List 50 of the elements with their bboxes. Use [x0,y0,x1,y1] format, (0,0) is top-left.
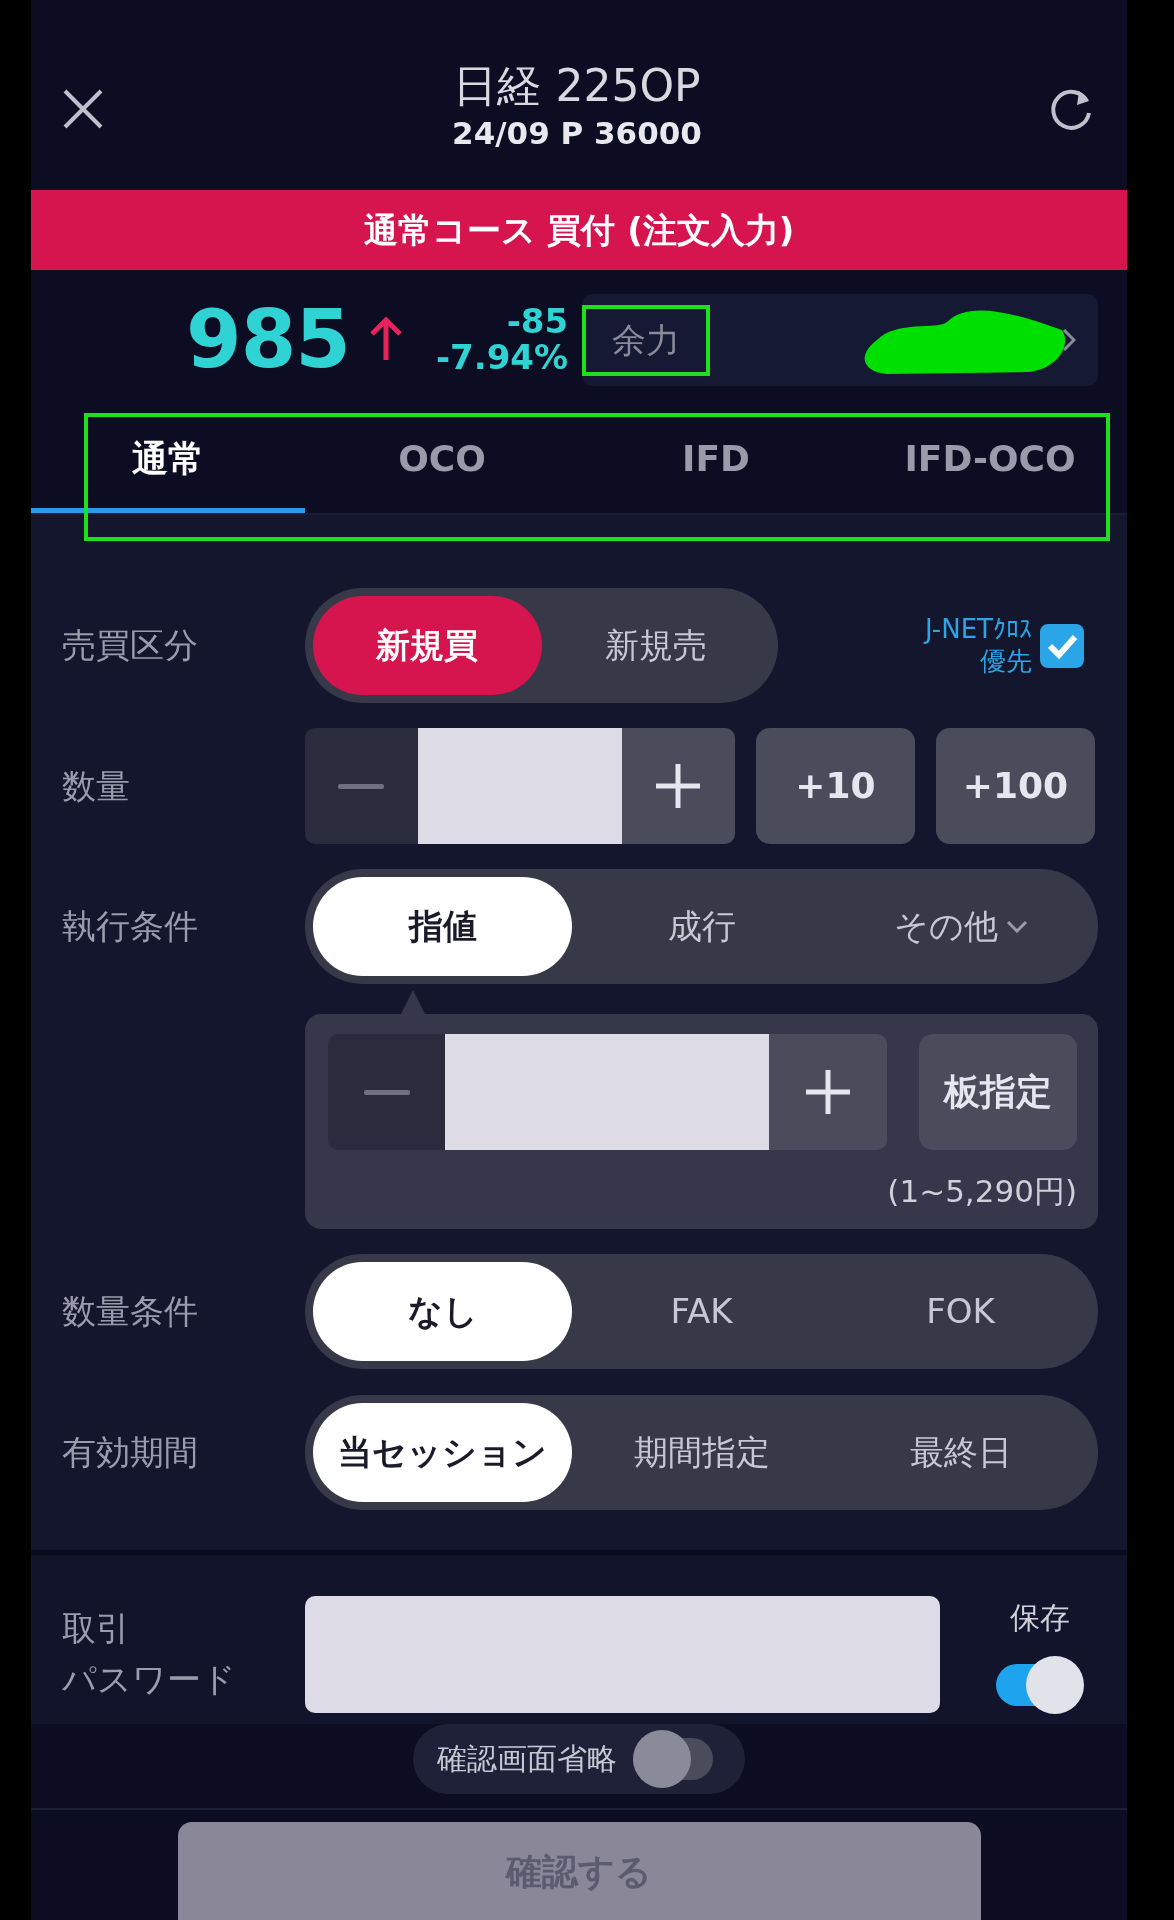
field-label: 執行条件 [62,905,199,948]
plus-icon [656,764,701,808]
checkbox[interactable] [1040,623,1084,668]
plus-button[interactable] [621,728,735,844]
close-icon [61,87,105,131]
price-change: -85 [505,304,569,340]
order-tab[interactable]: OCO [305,410,579,513]
chevron-down-icon [1005,920,1028,933]
segment-option[interactable]: FAK [572,1261,831,1361]
segment-option[interactable]: 期間指定 [572,1402,831,1502]
board-button[interactable]: 板指定 [919,1034,1077,1150]
segment-option[interactable]: 当セッション [313,1402,572,1502]
segment-option[interactable]: FOK [831,1261,1090,1361]
minus-icon [338,783,385,789]
price-change-percent: -7.94% [436,340,569,376]
field-label: 数量 [62,764,131,808]
plus-button[interactable] [769,1034,887,1150]
field-label: 売買区分 [62,624,199,667]
segment-option[interactable]: 成行 [572,877,831,976]
field-label: 有効期間 [62,1430,199,1474]
increment-button[interactable]: +100 [936,728,1095,844]
banner-title: 通常コース 買付 (注文入力) [363,208,795,252]
buying-power-label: 余力 [582,304,711,376]
dropdown-option[interactable]: その他 [831,877,1090,976]
segment-option[interactable]: 最終日 [831,1402,1090,1502]
number-input[interactable] [445,1034,769,1150]
order-tab[interactable]: IFD-OCO [853,410,1127,513]
increment-button[interactable]: +10 [756,728,915,844]
close-button[interactable] [61,87,105,131]
plus-icon [806,1070,850,1114]
field-label: 数量条件 [62,1289,199,1333]
toggle-label: 確認画面省略 [437,1740,617,1778]
price-range: (1~5,290円) [886,1172,1077,1211]
minus-icon [363,1089,410,1095]
contract-subtitle: 24/09 P 36000 [452,113,702,153]
number-input[interactable] [417,728,622,844]
order-tab[interactable]: IFD [579,410,853,513]
field-label: 取引 パスワード [62,1607,237,1701]
instrument-title: 日経 225OP [452,61,702,110]
segment-option[interactable]: 新規売 [541,596,770,695]
password-input[interactable] [305,1595,940,1713]
segment-option[interactable]: 新規買 [313,596,542,695]
chevron-right-icon [1062,328,1076,352]
toggle-switch[interactable] [996,1655,1084,1714]
toggle-label: 保存 [1010,1598,1070,1637]
last-price: 985 [186,292,350,388]
segment-option[interactable]: なし [313,1261,572,1361]
segment-option[interactable]: 指値 [313,877,572,976]
checkbox-label: J-NETｸﾛｽ 優先 [925,614,1032,677]
buying-power-bar[interactable]: 余力 [582,294,1098,386]
